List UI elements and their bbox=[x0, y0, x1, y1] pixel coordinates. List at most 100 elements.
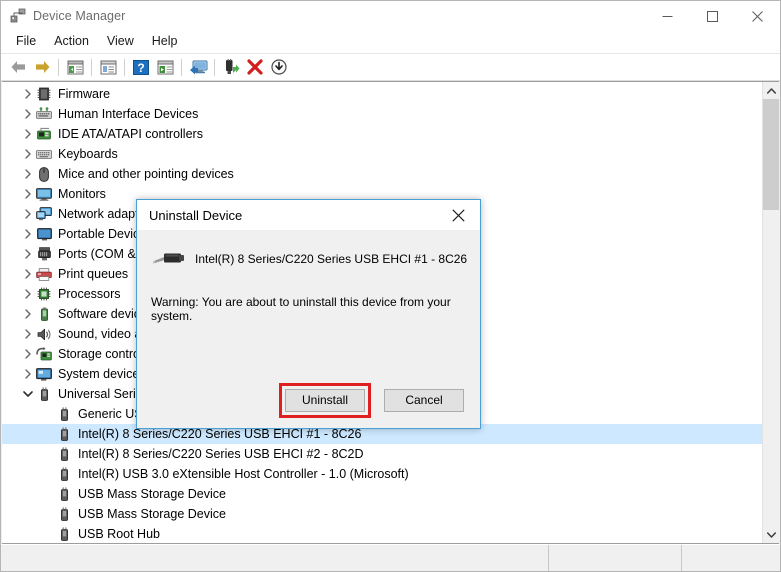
software-device-icon bbox=[36, 306, 52, 322]
tree-indent-spacer bbox=[40, 424, 56, 444]
tree-row-label: Intel(R) 8 Series/C220 Series USB EHCI #… bbox=[78, 446, 364, 462]
menu-file[interactable]: File bbox=[7, 32, 45, 52]
usb-icon bbox=[56, 406, 72, 422]
toolbar-separator-5 bbox=[214, 59, 215, 76]
tree-row-label: Human Interface Devices bbox=[58, 106, 198, 122]
firmware-icon bbox=[36, 86, 52, 102]
status-pane-1 bbox=[1, 545, 549, 571]
uninstall-button[interactable]: Uninstall bbox=[285, 389, 365, 412]
chevron-right-icon[interactable] bbox=[20, 364, 36, 384]
tree-indent-spacer bbox=[40, 444, 56, 464]
ide-controller-icon bbox=[36, 126, 52, 142]
chevron-right-icon[interactable] bbox=[20, 304, 36, 324]
properties-icon[interactable] bbox=[96, 56, 120, 78]
dialog-close-button[interactable] bbox=[436, 200, 480, 230]
tree-row-label: Keyboards bbox=[58, 146, 118, 162]
svg-text:?: ? bbox=[137, 61, 144, 75]
toolbar-separator-1 bbox=[58, 59, 59, 76]
usb-icon bbox=[56, 446, 72, 462]
tree-row[interactable]: Keyboards bbox=[2, 144, 762, 164]
chevron-right-icon[interactable] bbox=[20, 344, 36, 364]
tree-row[interactable]: USB Mass Storage Device bbox=[2, 484, 762, 504]
tree-row[interactable]: Human Interface Devices bbox=[2, 104, 762, 124]
close-button[interactable] bbox=[735, 1, 780, 31]
tree-row[interactable]: USB Mass Storage Device bbox=[2, 504, 762, 524]
system-device-icon bbox=[36, 366, 52, 382]
dialog-device-name: Intel(R) 8 Series/C220 Series USB EHCI #… bbox=[195, 252, 467, 266]
tree-row-label: USB Mass Storage Device bbox=[78, 486, 226, 502]
status-pane-2 bbox=[549, 545, 682, 571]
chevron-right-icon[interactable] bbox=[20, 104, 36, 124]
caption-buttons bbox=[645, 1, 780, 31]
menu-view[interactable]: View bbox=[98, 32, 143, 52]
tree-indent-spacer bbox=[40, 504, 56, 524]
dialog-warning-text: Warning: You are about to uninstall this… bbox=[137, 295, 480, 323]
chevron-right-icon[interactable] bbox=[20, 164, 36, 184]
dialog-device-row: Intel(R) 8 Series/C220 Series USB EHCI #… bbox=[137, 245, 480, 273]
window-title: Device Manager bbox=[33, 9, 125, 23]
usb-icon bbox=[56, 506, 72, 522]
title-bar: Device Manager bbox=[1, 1, 780, 31]
tree-row[interactable]: Mice and other pointing devices bbox=[2, 164, 762, 184]
toolbar-separator-2 bbox=[91, 59, 92, 76]
menu-action[interactable]: Action bbox=[45, 32, 98, 52]
help-icon[interactable]: ? bbox=[129, 56, 153, 78]
tree-row[interactable]: Intel(R) 8 Series/C220 Series USB EHCI #… bbox=[2, 444, 762, 464]
usb-icon bbox=[56, 466, 72, 482]
minimize-button[interactable] bbox=[645, 1, 690, 31]
update-driver-icon[interactable] bbox=[153, 56, 177, 78]
status-pane-3 bbox=[682, 545, 780, 571]
scan-for-hardware-changes-icon[interactable] bbox=[186, 56, 210, 78]
disable-device-icon[interactable] bbox=[267, 56, 291, 78]
tree-row-label: USB Root Hub bbox=[78, 526, 160, 542]
chevron-right-icon[interactable] bbox=[20, 204, 36, 224]
scroll-up-icon[interactable] bbox=[763, 82, 779, 99]
chevron-right-icon[interactable] bbox=[20, 184, 36, 204]
chevron-right-icon[interactable] bbox=[20, 284, 36, 304]
usb-icon bbox=[56, 426, 72, 442]
sound-icon bbox=[36, 326, 52, 342]
maximize-button[interactable] bbox=[690, 1, 735, 31]
back-icon[interactable] bbox=[6, 56, 30, 78]
chevron-right-icon[interactable] bbox=[20, 324, 36, 344]
usb-icon bbox=[56, 526, 72, 542]
monitor-icon bbox=[36, 186, 52, 202]
forward-icon[interactable] bbox=[30, 56, 54, 78]
chevron-right-icon[interactable] bbox=[20, 84, 36, 104]
tree-row[interactable]: USB Root Hub bbox=[2, 524, 762, 543]
tree-row-label: Monitors bbox=[58, 186, 106, 202]
enable-device-icon[interactable] bbox=[219, 56, 243, 78]
cancel-button[interactable]: Cancel bbox=[384, 389, 464, 412]
tree-indent-spacer bbox=[40, 464, 56, 484]
tree-indent-spacer bbox=[40, 404, 56, 424]
scroll-down-icon[interactable] bbox=[763, 526, 779, 543]
tree-row-label: Print queues bbox=[58, 266, 128, 282]
menu-help[interactable]: Help bbox=[143, 32, 187, 52]
scrollbar-track[interactable] bbox=[763, 99, 779, 526]
chevron-right-icon[interactable] bbox=[20, 264, 36, 284]
tree-indent-spacer bbox=[40, 524, 56, 543]
scrollbar-thumb[interactable] bbox=[763, 99, 779, 210]
chevron-right-icon[interactable] bbox=[20, 224, 36, 244]
tree-row[interactable]: Firmware bbox=[2, 84, 762, 104]
chevron-right-icon[interactable] bbox=[20, 244, 36, 264]
toolbar-separator-3 bbox=[124, 59, 125, 76]
keyboard-icon bbox=[36, 146, 52, 162]
chevron-right-icon[interactable] bbox=[20, 144, 36, 164]
tree-row[interactable]: Intel(R) USB 3.0 eXtensible Host Control… bbox=[2, 464, 762, 484]
ports-icon bbox=[36, 246, 52, 262]
tree-row-label: Processors bbox=[58, 286, 121, 302]
usb-icon bbox=[36, 386, 52, 402]
tree-row[interactable]: IDE ATA/ATAPI controllers bbox=[2, 124, 762, 144]
vertical-scrollbar[interactable] bbox=[762, 82, 779, 543]
toolbar: ? bbox=[1, 54, 780, 81]
device-manager-icon bbox=[10, 8, 26, 24]
usb-icon bbox=[56, 486, 72, 502]
portable-device-icon bbox=[36, 226, 52, 242]
processor-icon bbox=[36, 286, 52, 302]
chevron-right-icon[interactable] bbox=[20, 124, 36, 144]
chevron-down-icon[interactable] bbox=[20, 384, 36, 404]
status-bar bbox=[1, 544, 780, 571]
show-hide-console-tree-icon[interactable] bbox=[63, 56, 87, 78]
uninstall-device-icon[interactable] bbox=[243, 56, 267, 78]
